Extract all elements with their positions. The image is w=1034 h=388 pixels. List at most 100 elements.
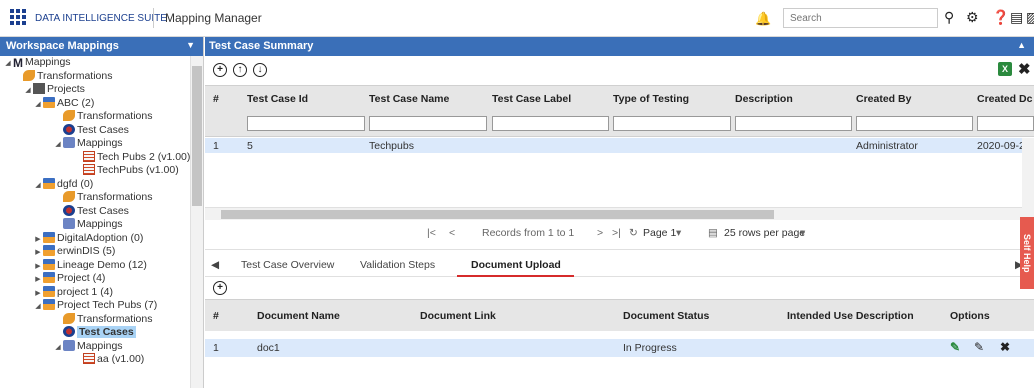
collapse-icon[interactable]: ◢ xyxy=(33,98,43,111)
self-help-tab[interactable]: Self Help xyxy=(1020,217,1034,289)
column-header[interactable]: # xyxy=(213,93,219,105)
prev-page-icon[interactable]: < xyxy=(449,227,455,239)
filter-input[interactable] xyxy=(492,116,609,131)
expand-icon[interactable]: ▶ xyxy=(33,287,43,300)
filter-input[interactable] xyxy=(977,116,1034,131)
close-icon[interactable]: ✖ xyxy=(1018,60,1031,78)
tab-scroll-left-icon[interactable]: ◀ xyxy=(211,259,219,271)
edit-icon[interactable]: ✎ xyxy=(974,340,984,354)
expand-icon[interactable]: ▶ xyxy=(33,246,43,259)
filter-input[interactable] xyxy=(369,116,487,131)
profile-icon[interactable]: ▨ xyxy=(1026,9,1034,26)
tree-scrollbar[interactable] xyxy=(190,56,203,388)
brand-name[interactable]: DATA INTELLIGENCE SUITE xyxy=(35,13,167,24)
tree-node[interactable]: Transformations xyxy=(0,191,190,205)
tree-node[interactable]: Transformations xyxy=(0,312,190,327)
bell-icon[interactable]: 🔔 xyxy=(755,11,771,27)
search-input[interactable] xyxy=(783,8,938,28)
document-icon[interactable]: ▤ xyxy=(1010,9,1023,26)
column-header[interactable]: Test Case Label xyxy=(492,93,571,105)
tree-node-selected[interactable]: Test Cases xyxy=(0,326,190,340)
column-header[interactable]: Document Name xyxy=(257,310,340,322)
filter-input[interactable] xyxy=(856,116,973,131)
grid-horizontal-scrollbar[interactable] xyxy=(205,207,1022,220)
first-page-icon[interactable]: |< xyxy=(427,227,436,239)
expand-icon[interactable]: ▶ xyxy=(33,260,43,273)
excel-export-icon[interactable]: X xyxy=(998,62,1012,76)
column-header[interactable]: # xyxy=(213,310,219,322)
delete-icon[interactable]: ✖ xyxy=(1000,340,1010,354)
collapse-icon[interactable]: ◢ xyxy=(33,300,43,313)
expand-icon[interactable]: ▶ xyxy=(33,273,43,286)
column-header[interactable]: Created By xyxy=(856,93,911,105)
table-row[interactable]: 1 5 Techpubs Administrator 2020-09-2 xyxy=(205,138,1034,153)
tree-node[interactable]: TechPubs (v1.00) xyxy=(0,164,190,178)
tree-node[interactable]: Mappings xyxy=(0,218,190,232)
column-header[interactable]: Test Case Id xyxy=(247,93,308,105)
tree-node[interactable]: ◢ Mappings xyxy=(0,339,190,354)
scrollbar-thumb[interactable] xyxy=(221,210,774,219)
filter-input[interactable] xyxy=(247,116,365,131)
mapping-table-icon xyxy=(83,150,95,162)
add-icon[interactable]: + xyxy=(213,63,227,77)
chevron-up-icon[interactable]: ▲ xyxy=(1017,40,1026,50)
next-page-icon[interactable]: > xyxy=(597,227,603,239)
document-name: doc1 xyxy=(257,342,280,354)
expand-icon[interactable]: ▶ xyxy=(33,233,43,246)
apps-grid-icon[interactable] xyxy=(10,9,26,25)
refresh-icon[interactable]: ↻ xyxy=(629,227,638,239)
tree-node[interactable]: Tech Pubs 2 (v1.00) xyxy=(0,150,190,165)
move-up-icon[interactable]: ↑ xyxy=(233,63,247,77)
tree-node[interactable]: ◢ Project Tech Pubs (7) xyxy=(0,299,190,313)
column-header[interactable]: Type of Testing xyxy=(613,93,689,105)
tree-node[interactable]: ◢ Projects xyxy=(0,83,190,97)
grid-vertical-scrollbar[interactable] xyxy=(1022,138,1034,220)
scrollbar-thumb[interactable] xyxy=(192,66,202,206)
gear-icon[interactable]: ⚙ xyxy=(966,9,979,26)
tab-document-upload[interactable]: Document Upload xyxy=(471,259,561,271)
tree-node[interactable]: aa (v1.00) xyxy=(0,353,190,367)
tree-node[interactable]: ▶ project 1 (4) xyxy=(0,285,190,300)
add-document-icon[interactable]: + xyxy=(213,281,227,295)
tree-node[interactable]: Test Cases xyxy=(0,204,190,219)
tree-node[interactable]: ◢ ABC (2) xyxy=(0,96,190,111)
move-down-icon[interactable]: ↓ xyxy=(253,63,267,77)
tree-node[interactable]: ▶ Project (4) xyxy=(0,272,190,286)
help-icon[interactable]: ❓ xyxy=(992,9,1009,26)
table-row[interactable]: 1 doc1 In Progress ✎ ✎ ✖ xyxy=(205,339,1034,357)
collapse-icon[interactable]: ◢ xyxy=(3,57,13,70)
collapse-icon[interactable]: ◢ xyxy=(53,138,63,151)
view-icon[interactable]: ✎ xyxy=(950,340,960,354)
tree-node[interactable]: ◢ dgfd (0) xyxy=(0,177,190,192)
tree-node[interactable]: ◢ Mappings xyxy=(0,137,190,151)
column-header[interactable]: Test Case Name xyxy=(369,93,449,105)
rows-per-page-selector[interactable]: 25 rows per page xyxy=(724,227,805,239)
dropdown-icon[interactable]: ▾ xyxy=(800,227,805,239)
collapse-icon[interactable]: ◢ xyxy=(53,341,63,354)
tree-node[interactable]: Test Cases xyxy=(0,123,190,138)
column-header[interactable]: Description xyxy=(735,93,793,105)
tree-node[interactable]: Transformations xyxy=(0,110,190,124)
tree-node[interactable]: Transformations xyxy=(0,69,190,84)
dropdown-icon[interactable]: ▾ xyxy=(676,227,681,239)
tree-node[interactable]: ◢ M Mappings xyxy=(0,56,190,70)
tree-node[interactable]: ▶ DigitalAdoption (0) xyxy=(0,231,190,246)
tab-validation-steps[interactable]: Validation Steps xyxy=(360,259,435,271)
tree-node[interactable]: ▶ Lineage Demo (12) xyxy=(0,258,190,273)
test-case-name: Techpubs xyxy=(369,140,414,152)
column-header[interactable]: Document Status xyxy=(623,310,709,322)
collapse-icon[interactable]: ◢ xyxy=(33,179,43,192)
chevron-down-icon[interactable]: ▼ xyxy=(186,40,195,50)
filter-input[interactable] xyxy=(735,116,852,131)
column-header[interactable]: Created Dc xyxy=(977,93,1032,105)
tree-node[interactable]: ▶ erwinDIS (5) xyxy=(0,245,190,259)
search-icon[interactable]: ⚲ xyxy=(944,9,954,26)
last-page-icon[interactable]: >| xyxy=(612,227,621,239)
filter-input[interactable] xyxy=(613,116,731,131)
column-header[interactable]: Intended Use Description xyxy=(787,310,914,322)
column-header[interactable]: Document Link xyxy=(420,310,496,322)
collapse-icon[interactable]: ◢ xyxy=(23,84,33,97)
tab-test-case-overview[interactable]: Test Case Overview xyxy=(241,259,334,271)
column-header[interactable]: Options xyxy=(950,310,990,322)
page-selector[interactable]: Page 1 xyxy=(643,227,676,239)
